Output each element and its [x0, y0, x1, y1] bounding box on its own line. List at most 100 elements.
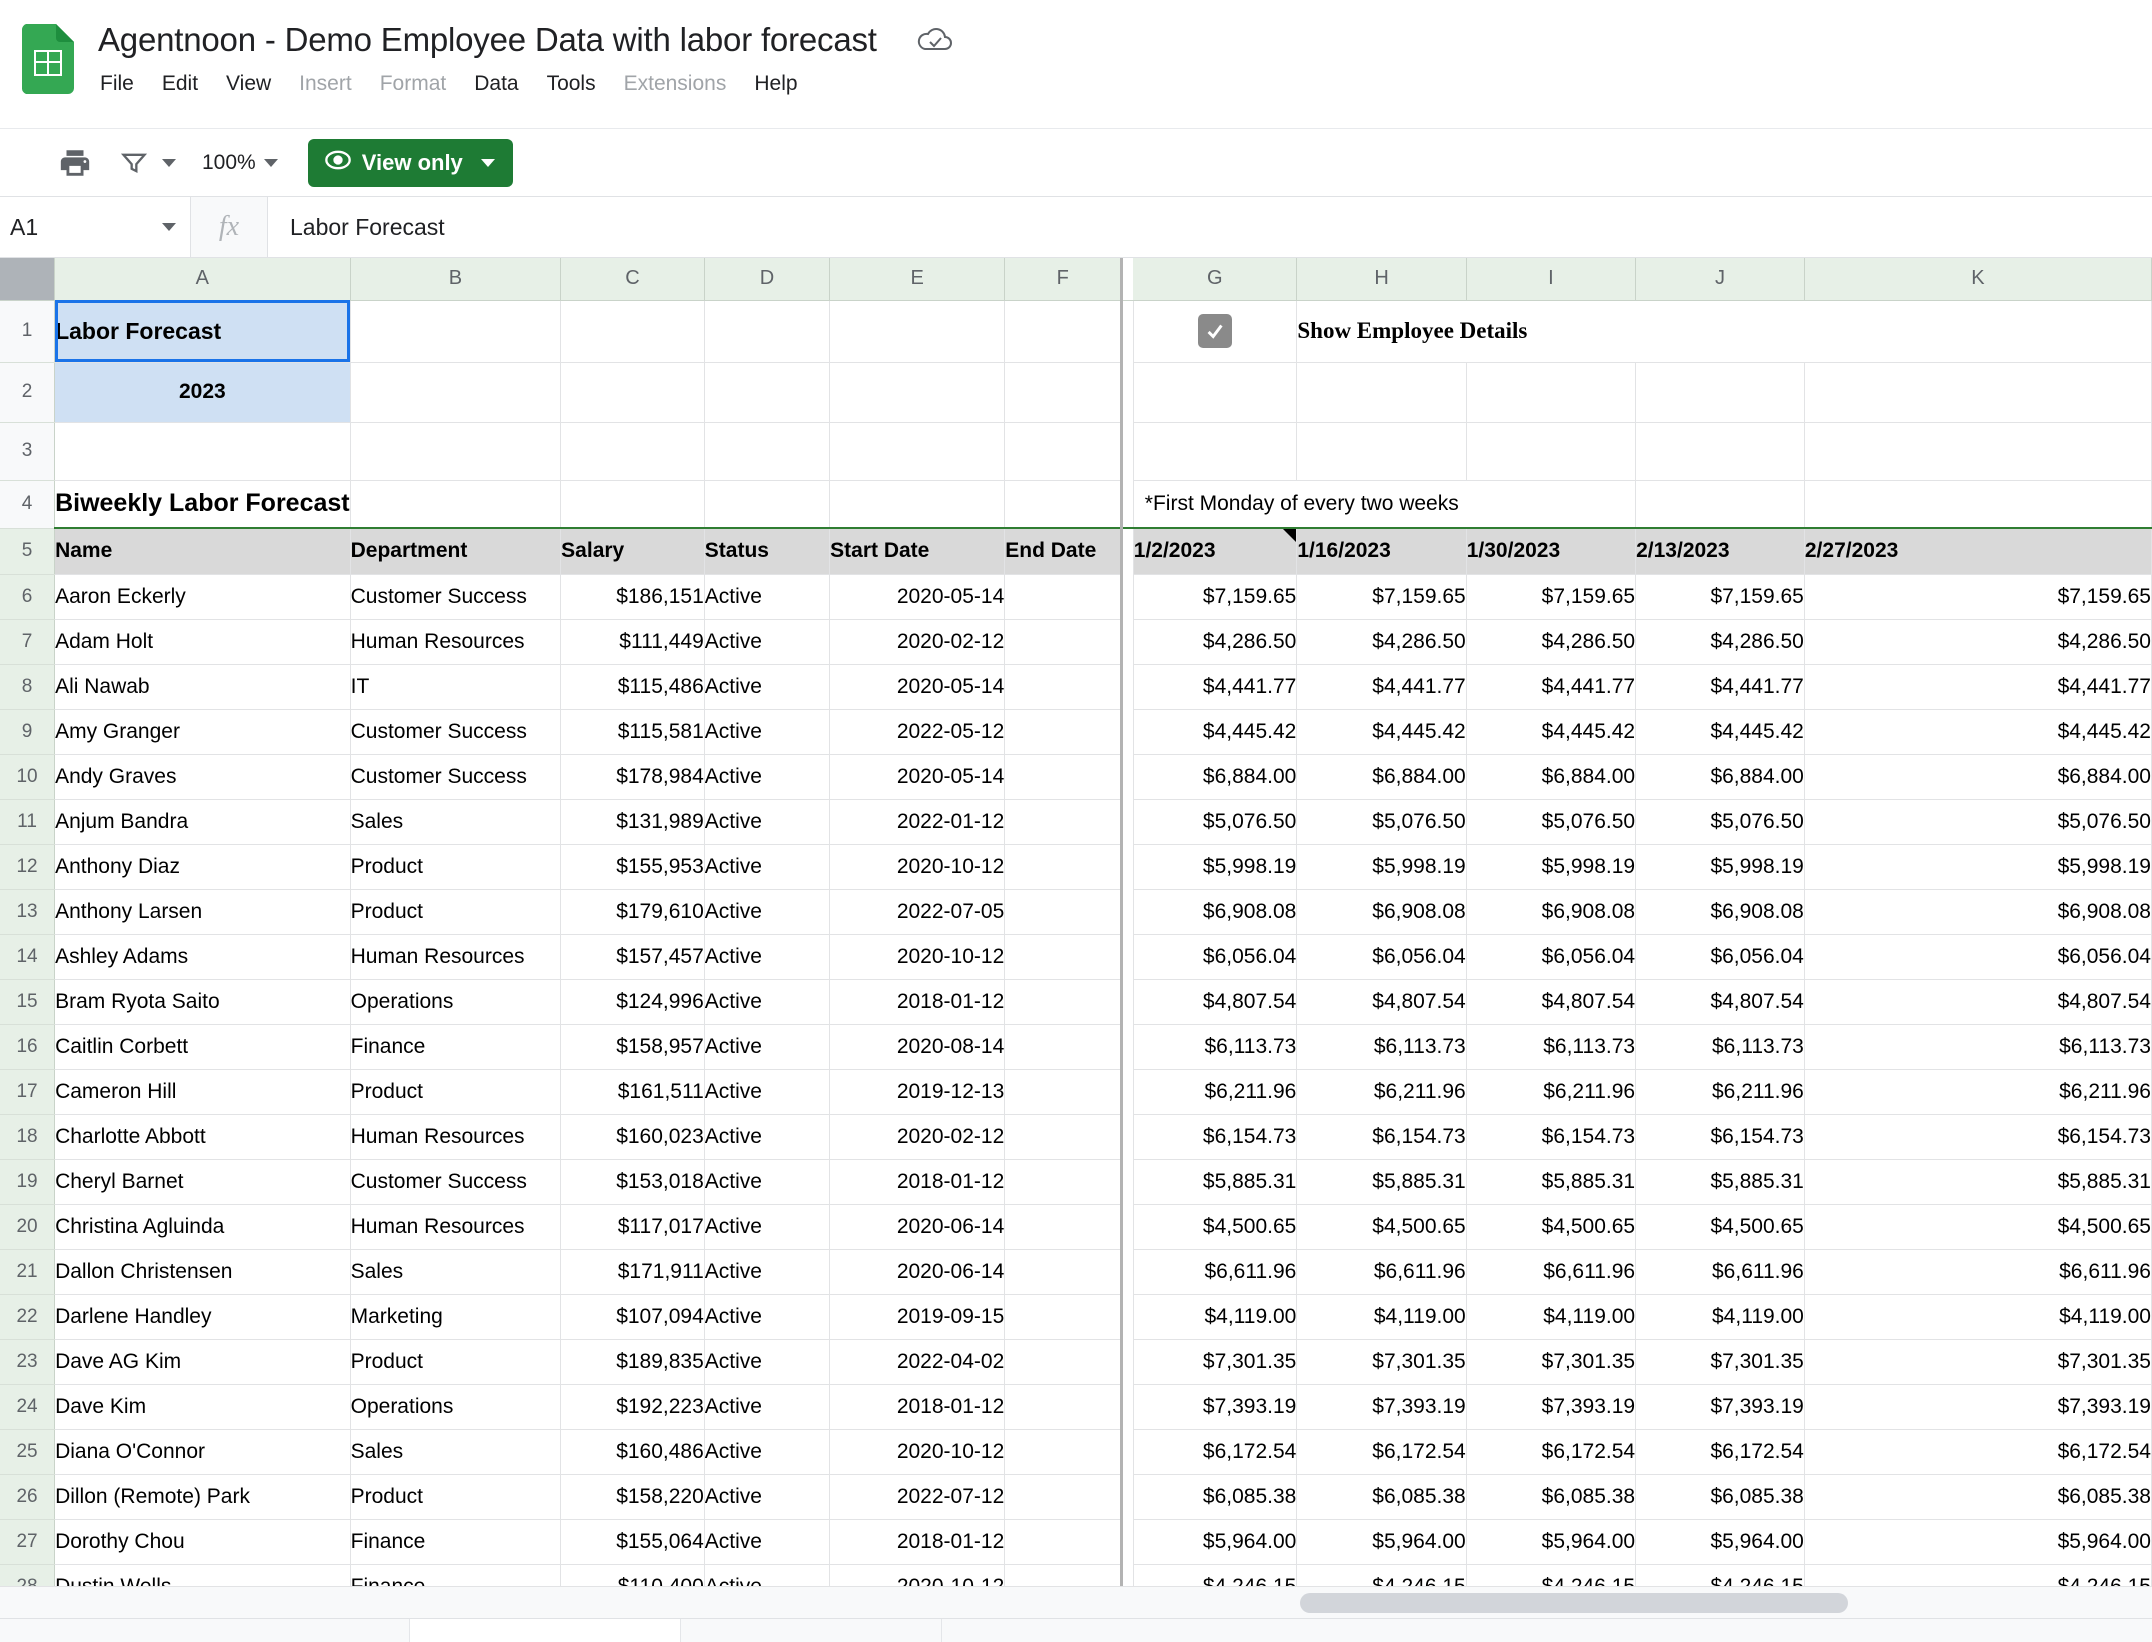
cell-end-date-14[interactable]: [1004, 934, 1124, 980]
row-header-12[interactable]: 12: [0, 844, 56, 890]
column-header-B[interactable]: B: [350, 258, 562, 301]
cell-D1[interactable]: [704, 300, 831, 363]
cell-E3[interactable]: [829, 422, 1006, 481]
row-header-6[interactable]: 6: [0, 574, 56, 620]
cell-amount-9-1[interactable]: $4,445.42: [1296, 709, 1467, 755]
cell-department-18[interactable]: Human Resources: [350, 1114, 562, 1160]
cell-A4[interactable]: Biweekly Labor Forecast: [54, 480, 351, 529]
cell-end-date-11[interactable]: [1004, 799, 1124, 845]
cell-amount-7-3[interactable]: $4,286.50: [1635, 619, 1805, 665]
cell-end-date-16[interactable]: [1004, 1024, 1124, 1070]
cell-amount-18-1[interactable]: $6,154.73: [1296, 1114, 1467, 1160]
cell-salary-11[interactable]: $131,989: [560, 799, 705, 845]
column-header-K[interactable]: K: [1804, 258, 2152, 301]
cell-A3[interactable]: [54, 422, 351, 481]
menu-data[interactable]: Data: [474, 72, 518, 96]
row-header-5[interactable]: 5: [0, 528, 56, 575]
cell-amount-18-3[interactable]: $6,154.73: [1635, 1114, 1805, 1160]
cell-status-19[interactable]: Active: [704, 1159, 831, 1205]
cell-amount-14-2[interactable]: $6,056.04: [1466, 934, 1637, 980]
cell-end-date-18[interactable]: [1004, 1114, 1124, 1160]
cell-salary-27[interactable]: $155,064: [560, 1519, 705, 1565]
cell-amount-26-1[interactable]: $6,085.38: [1296, 1474, 1467, 1520]
cell-name-15[interactable]: Bram Ryota Saito: [54, 979, 351, 1025]
cell-name-14[interactable]: Ashley Adams: [54, 934, 351, 980]
cell-department-24[interactable]: Operations: [350, 1384, 562, 1430]
zoom-dropdown-caret[interactable]: [263, 158, 278, 167]
cell-amount-24-1[interactable]: $7,393.19: [1296, 1384, 1467, 1430]
name-box[interactable]: A1: [0, 197, 190, 257]
cell-end-date-12[interactable]: [1004, 844, 1124, 890]
cell-F1[interactable]: [1004, 300, 1124, 363]
cell-amount-12-4[interactable]: $5,998.19: [1804, 844, 2152, 890]
cell-salary-19[interactable]: $153,018: [560, 1159, 705, 1205]
cell-status-26[interactable]: Active: [704, 1474, 831, 1520]
cell-amount-25-4[interactable]: $6,172.54: [1804, 1429, 2152, 1475]
horizontal-scrollbar-thumb[interactable]: [1300, 1593, 1848, 1613]
cell-B1[interactable]: [350, 300, 562, 363]
cell-end-date-20[interactable]: [1004, 1204, 1124, 1250]
cell-department-11[interactable]: Sales: [350, 799, 562, 845]
cell-start-date-27[interactable]: 2018-01-12: [829, 1519, 1006, 1565]
row-header-20[interactable]: 20: [0, 1204, 56, 1250]
cell-amount-15-1[interactable]: $4,807.54: [1296, 979, 1467, 1025]
cell-I2[interactable]: [1466, 362, 1637, 423]
cell-department-9[interactable]: Customer Success: [350, 709, 562, 755]
cell-end-date-9[interactable]: [1004, 709, 1124, 755]
cell-amount-14-1[interactable]: $6,056.04: [1296, 934, 1467, 980]
cell-salary-10[interactable]: $178,984: [560, 754, 705, 800]
column-header-F[interactable]: F: [1004, 258, 1124, 301]
col-header-status[interactable]: Status: [704, 527, 831, 575]
row-header-1[interactable]: 1: [0, 300, 56, 363]
cell-department-14[interactable]: Human Resources: [350, 934, 562, 980]
cell-name-25[interactable]: Diana O'Connor: [54, 1429, 351, 1475]
cell-amount-11-3[interactable]: $5,076.50: [1635, 799, 1805, 845]
cell-amount-10-2[interactable]: $6,884.00: [1466, 754, 1637, 800]
cell-start-date-10[interactable]: 2020-05-14: [829, 754, 1006, 800]
row-header-19[interactable]: 19: [0, 1159, 56, 1205]
cell-salary-7[interactable]: $111,449: [560, 619, 705, 665]
cell-department-21[interactable]: Sales: [350, 1249, 562, 1295]
cell-amount-9-4[interactable]: $4,445.42: [1804, 709, 2152, 755]
cell-amount-22-3[interactable]: $4,119.00: [1635, 1294, 1805, 1340]
cell-H2[interactable]: [1296, 362, 1467, 423]
cell-status-18[interactable]: Active: [704, 1114, 831, 1160]
view-only-button[interactable]: View only: [307, 138, 513, 187]
cell-amount-19-3[interactable]: $5,885.31: [1635, 1159, 1805, 1205]
cell-start-date-22[interactable]: 2019-09-15: [829, 1294, 1006, 1340]
cell-department-17[interactable]: Product: [350, 1069, 562, 1115]
row-header-18[interactable]: 18: [0, 1114, 56, 1160]
menu-insert[interactable]: Insert: [299, 72, 352, 96]
cell-E1[interactable]: [829, 300, 1006, 363]
cell-department-25[interactable]: Sales: [350, 1429, 562, 1475]
col-header-date-3[interactable]: 2/13/2023: [1635, 527, 1805, 575]
cell-status-16[interactable]: Active: [704, 1024, 831, 1070]
cell-amount-25-2[interactable]: $6,172.54: [1466, 1429, 1637, 1475]
cell-amount-17-0[interactable]: $6,211.96: [1133, 1069, 1298, 1115]
cell-amount-21-2[interactable]: $6,611.96: [1466, 1249, 1637, 1295]
row-header-21[interactable]: 21: [0, 1249, 56, 1295]
cell-end-date-26[interactable]: [1004, 1474, 1124, 1520]
cell-amount-8-4[interactable]: $4,441.77: [1804, 664, 2152, 710]
cell-department-19[interactable]: Customer Success: [350, 1159, 562, 1205]
cell-amount-21-1[interactable]: $6,611.96: [1296, 1249, 1467, 1295]
cell-amount-25-3[interactable]: $6,172.54: [1635, 1429, 1805, 1475]
cell-start-date-15[interactable]: 2018-01-12: [829, 979, 1006, 1025]
cell-status-11[interactable]: Active: [704, 799, 831, 845]
cell-end-date-27[interactable]: [1004, 1519, 1124, 1565]
cell-B2[interactable]: [350, 362, 562, 423]
cell-amount-23-2[interactable]: $7,301.35: [1466, 1339, 1637, 1385]
cell-start-date-20[interactable]: 2020-06-14: [829, 1204, 1006, 1250]
cell-amount-16-4[interactable]: $6,113.73: [1804, 1024, 2152, 1070]
cell-E2[interactable]: [829, 362, 1006, 423]
cell-salary-8[interactable]: $115,486: [560, 664, 705, 710]
cell-A2[interactable]: 2023: [54, 362, 351, 423]
cell-amount-10-0[interactable]: $6,884.00: [1133, 754, 1298, 800]
cell-amount-14-0[interactable]: $6,056.04: [1133, 934, 1298, 980]
cell-C3[interactable]: [560, 422, 705, 481]
cell-F3[interactable]: [1004, 422, 1124, 481]
cell-amount-16-3[interactable]: $6,113.73: [1635, 1024, 1805, 1070]
cell-amount-15-0[interactable]: $4,807.54: [1133, 979, 1298, 1025]
cell-C1[interactable]: [560, 300, 705, 363]
cell-status-8[interactable]: Active: [704, 664, 831, 710]
